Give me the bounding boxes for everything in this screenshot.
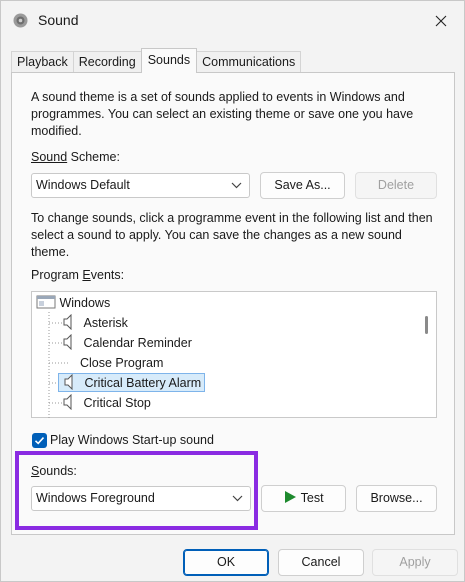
theme-description: A sound theme is a set of sounds applied…: [31, 90, 414, 138]
apply-button[interactable]: Apply: [372, 549, 458, 576]
delete-label: Delete: [377, 178, 415, 192]
save-as-label: Save As...: [274, 178, 331, 192]
speaker-icon: [63, 333, 72, 351]
tab-playback[interactable]: Playback: [11, 51, 74, 73]
cancel-label: Cancel: [301, 555, 341, 569]
tab-strip: Playback Recording Sounds Communications: [11, 48, 302, 73]
ok-button[interactable]: OK: [183, 549, 269, 576]
delete-button[interactable]: Delete: [355, 172, 437, 199]
tree-root-windows[interactable]: Windows: [36, 293, 110, 313]
window-icon: [36, 295, 56, 309]
event-selected-row: Critical Battery Alarm: [58, 373, 206, 392]
tree-root-label: Windows: [59, 296, 111, 310]
cancel-button[interactable]: Cancel: [278, 549, 364, 576]
chevron-down-icon: [231, 182, 242, 189]
program-events-label: Program Events:: [31, 268, 125, 282]
test-label: Test: [300, 491, 324, 505]
browse-button[interactable]: Browse...: [356, 485, 437, 512]
event-label: Close Program: [80, 356, 164, 370]
close-icon: [435, 15, 447, 27]
event-critical-battery-alarm[interactable]: Critical Battery Alarm: [58, 373, 206, 393]
instructions-text: To change sounds, click a programme even…: [31, 211, 433, 259]
test-button[interactable]: Test: [261, 485, 346, 512]
speaker-icon: [63, 393, 72, 411]
sound-scheme-label: Sound Scheme:: [31, 150, 120, 164]
startup-sound-checkbox[interactable]: [32, 433, 47, 448]
program-events-list[interactable]: Windows Asterisk Calendar Reminder Close…: [31, 291, 437, 419]
sound-scheme-combo[interactable]: Windows Default: [31, 173, 250, 198]
browse-label: Browse...: [370, 491, 423, 505]
startup-sound-label: Play Windows Start-up sound: [50, 433, 214, 447]
tab-sounds[interactable]: Sounds: [140, 48, 198, 73]
apply-label: Apply: [399, 555, 431, 569]
tab-communications[interactable]: Communications: [196, 51, 302, 73]
event-label: Calendar Reminder: [83, 336, 192, 350]
event-calendar-reminder[interactable]: Calendar Reminder: [62, 333, 192, 353]
checkmark-icon: [34, 437, 45, 445]
window-title: Sound: [38, 12, 79, 28]
sound-scheme-value: Windows Default: [36, 178, 130, 192]
event-asterisk[interactable]: Asterisk: [62, 313, 128, 333]
speaker-icon: [63, 313, 72, 331]
event-close-program[interactable]: Close Program: [80, 353, 163, 373]
speaker-app-icon: [13, 13, 28, 28]
close-button[interactable]: [418, 1, 464, 41]
event-label: Asterisk: [83, 316, 128, 330]
list-scrollbar-thumb[interactable]: [425, 316, 428, 334]
tab-recording[interactable]: Recording: [72, 51, 142, 73]
title-bar: Sound: [1, 1, 464, 41]
speaker-icon: [64, 373, 73, 391]
sound-dialog: Sound Playback Recording Sounds Communic…: [0, 0, 465, 582]
sounds-highlight-box: [15, 451, 258, 530]
event-label: Critical Battery Alarm: [84, 376, 202, 390]
event-critical-stop[interactable]: Critical Stop: [62, 393, 151, 413]
play-icon: [285, 491, 297, 503]
ok-label: OK: [216, 555, 236, 569]
save-as-button[interactable]: Save As...: [260, 172, 345, 199]
event-label: Critical Stop: [83, 396, 151, 410]
